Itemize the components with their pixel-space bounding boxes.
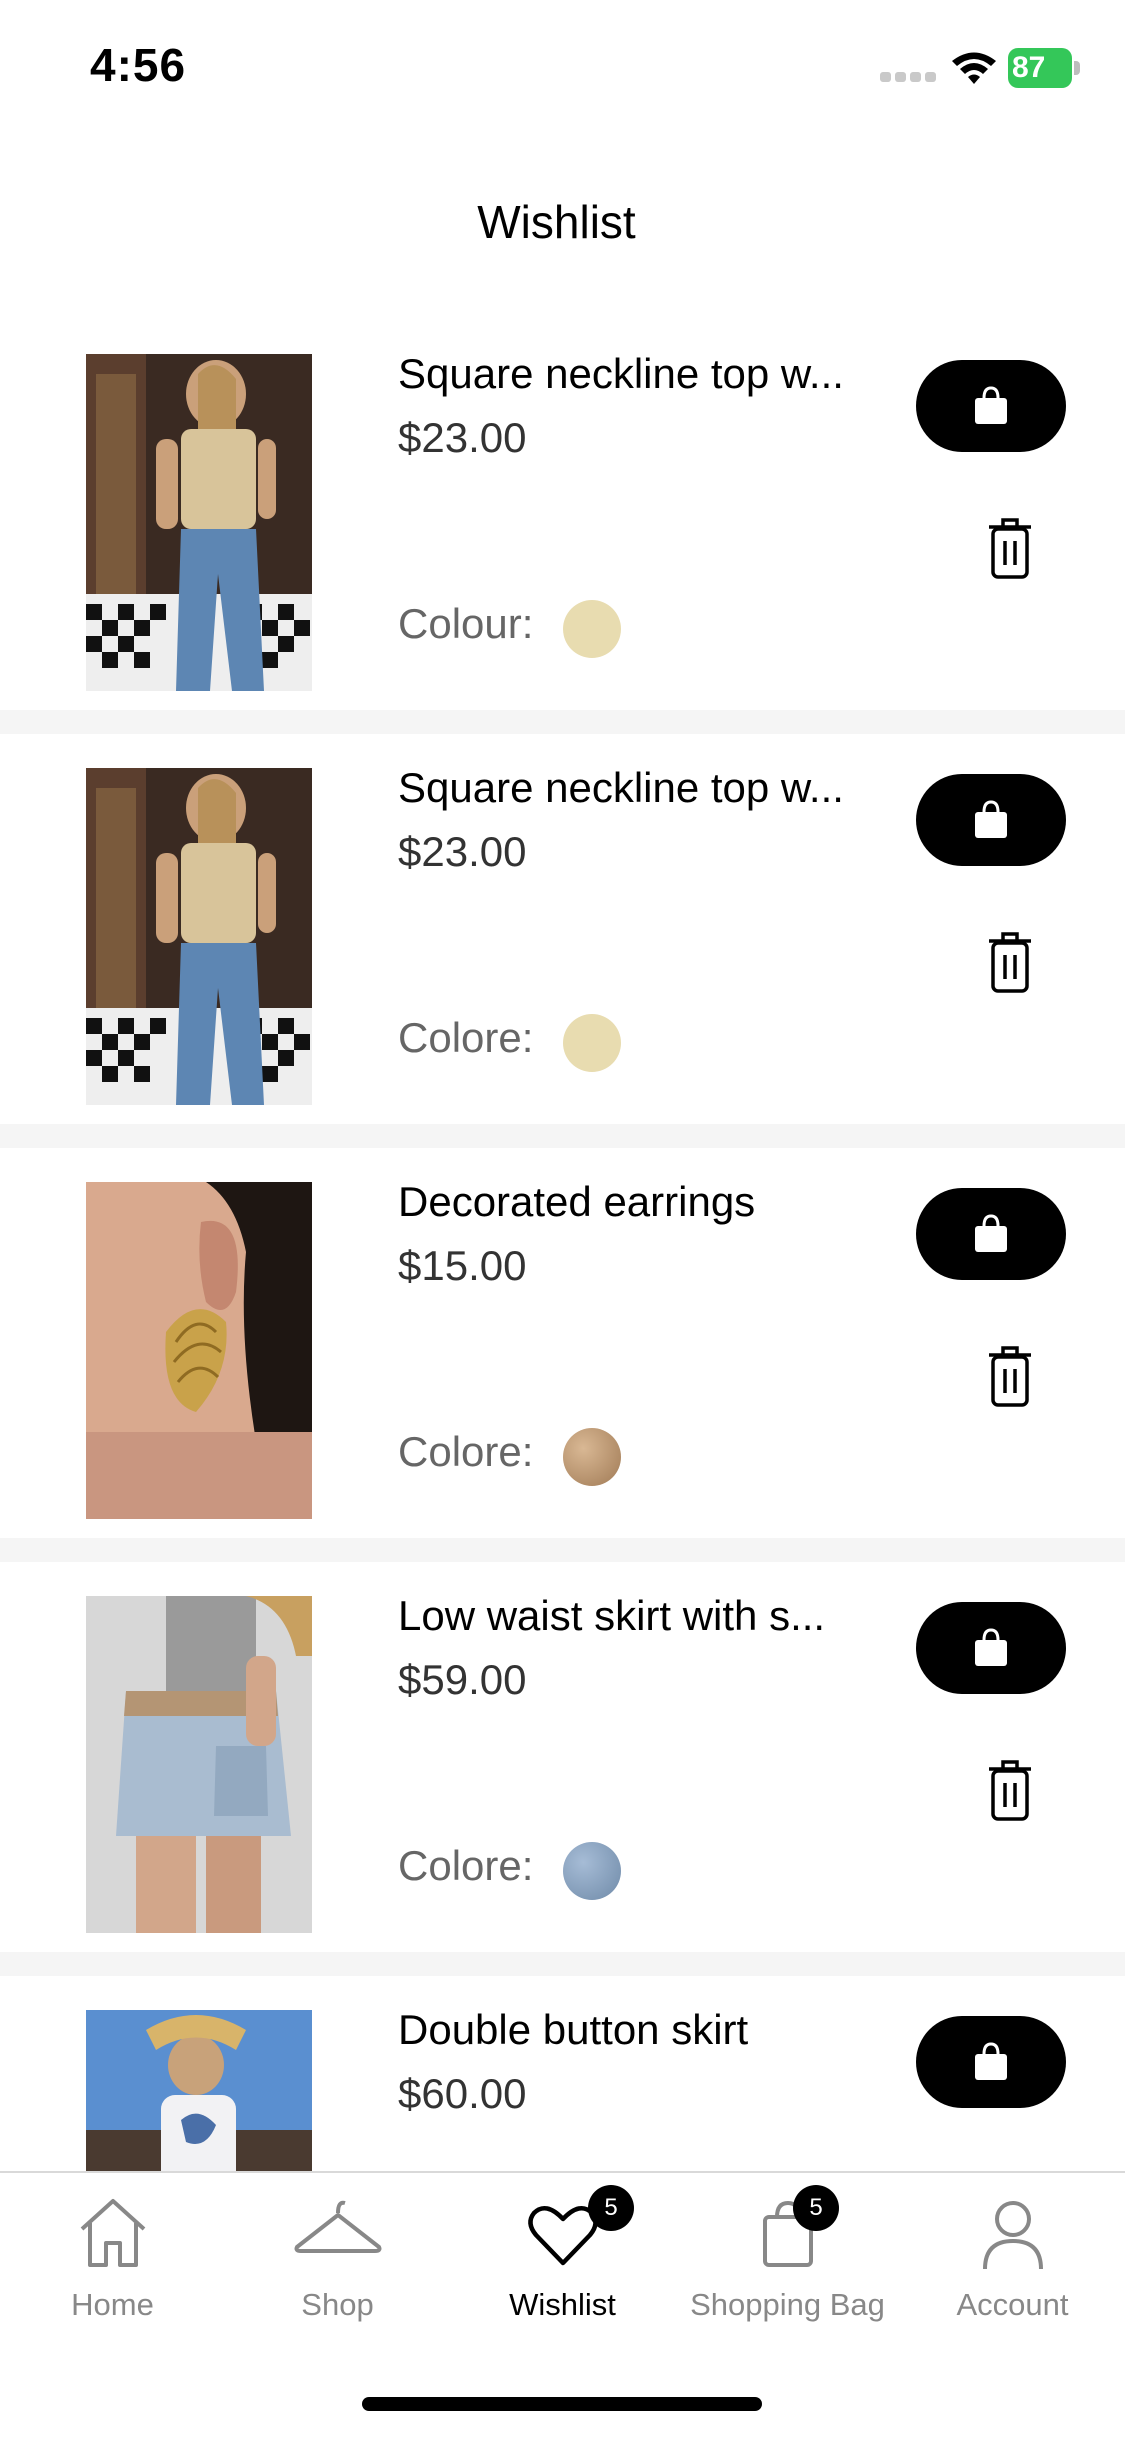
battery-icon: 87 xyxy=(1008,48,1080,88)
page-title: Wishlist xyxy=(477,196,636,248)
tab-label: Account xyxy=(956,2287,1069,2322)
colour-label: Colore: xyxy=(398,1428,534,1475)
person-icon xyxy=(982,2201,1043,2270)
trash-icon xyxy=(989,1760,1031,1821)
tab-wishlist[interactable]: 5 Wishlist xyxy=(450,2173,675,2363)
shopping-bag-icon xyxy=(975,386,1007,424)
bag-count-badge: 5 xyxy=(793,2185,839,2231)
divider xyxy=(0,1952,1125,1976)
product-price: $59.00 xyxy=(398,1656,527,1703)
divider xyxy=(0,710,1125,734)
colour-label: Colore: xyxy=(398,1014,534,1061)
delete-button[interactable] xyxy=(985,1343,1035,1409)
battery-level: 87 xyxy=(1012,51,1046,84)
add-to-bag-button[interactable] xyxy=(916,1188,1066,1280)
wishlist-item[interactable]: Square neckline top w... $23.00 Colore: xyxy=(0,734,1125,1124)
status-time: 4:56 xyxy=(90,39,187,91)
tab-label: Shopping Bag xyxy=(690,2287,885,2322)
wishlist-item[interactable]: Low waist skirt with s... $59.00 Colore: xyxy=(0,1562,1125,1952)
product-price: $23.00 xyxy=(398,828,527,875)
product-price: $23.00 xyxy=(398,414,527,461)
add-to-bag-button[interactable] xyxy=(916,774,1066,866)
shopping-bag-icon xyxy=(975,1628,1007,1666)
status-bar: 4:56 87 xyxy=(0,0,1125,140)
add-to-bag-button[interactable] xyxy=(916,1602,1066,1694)
divider xyxy=(0,1538,1125,1562)
product-name[interactable]: Double button skirt xyxy=(398,2006,848,2054)
trash-icon xyxy=(989,1346,1031,1407)
tab-label: Shop xyxy=(301,2287,374,2322)
delete-button[interactable] xyxy=(985,929,1035,995)
wishlist-item[interactable]: Square neckline top w... $23.00 Colour: xyxy=(0,320,1125,710)
hanger-icon xyxy=(294,2200,381,2253)
divider xyxy=(0,1124,1125,1148)
colour-swatch xyxy=(563,1842,621,1900)
home-indicator[interactable] xyxy=(362,2397,762,2411)
tab-home[interactable]: Home xyxy=(0,2173,225,2363)
trash-icon xyxy=(989,932,1031,993)
product-image[interactable] xyxy=(86,1596,312,1933)
wifi-icon xyxy=(952,52,996,84)
product-name[interactable]: Square neckline top w... xyxy=(398,764,848,812)
product-name[interactable]: Low waist skirt with s... xyxy=(398,1592,848,1640)
product-image[interactable] xyxy=(86,2010,312,2171)
shopping-bag-icon xyxy=(975,800,1007,838)
tab-shop[interactable]: Shop xyxy=(225,2173,450,2363)
product-price: $60.00 xyxy=(398,2070,527,2117)
delete-button[interactable] xyxy=(985,515,1035,581)
tab-shopping-bag[interactable]: 5 Shopping Bag xyxy=(675,2173,900,2363)
wishlist-count-badge: 5 xyxy=(588,2185,634,2231)
product-image[interactable] xyxy=(86,354,312,691)
colour-swatch xyxy=(563,1014,621,1072)
product-name[interactable]: Square neckline top w... xyxy=(398,350,848,398)
product-image[interactable] xyxy=(86,768,312,1105)
cellular-signal-icon xyxy=(880,72,936,82)
product-name[interactable]: Decorated earrings xyxy=(398,1178,848,1226)
tab-account[interactable]: Account xyxy=(900,2173,1125,2363)
tab-label: Home xyxy=(71,2287,154,2322)
home-icon xyxy=(80,2199,145,2267)
wishlist-list[interactable]: Square neckline top w... $23.00 Colour: xyxy=(0,320,1125,2171)
colour-swatch xyxy=(563,1428,621,1486)
colour-swatch xyxy=(563,600,621,658)
shopping-bag-icon xyxy=(975,1214,1007,1252)
add-to-bag-button[interactable] xyxy=(916,2016,1066,2108)
product-price: $15.00 xyxy=(398,1242,527,1289)
delete-button[interactable] xyxy=(985,1757,1035,1823)
colour-label: Colour: xyxy=(398,600,534,647)
wishlist-item[interactable]: Double button skirt $60.00 xyxy=(0,1976,1125,2171)
shopping-bag-icon xyxy=(975,2042,1007,2080)
add-to-bag-button[interactable] xyxy=(916,360,1066,452)
product-image[interactable] xyxy=(86,1182,312,1519)
tab-label: Wishlist xyxy=(509,2287,616,2322)
trash-icon xyxy=(989,518,1031,579)
colour-label: Colore: xyxy=(398,1842,534,1889)
wishlist-item[interactable]: Decorated earrings $15.00 Colore: xyxy=(0,1148,1125,1538)
